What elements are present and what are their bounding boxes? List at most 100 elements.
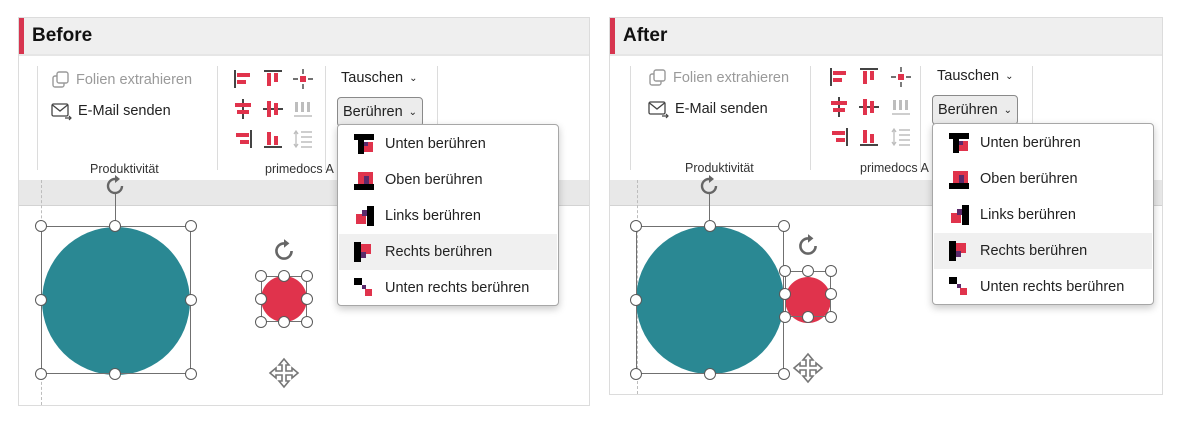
align-top-icon[interactable]	[858, 66, 880, 88]
resize-handle[interactable]	[278, 270, 290, 282]
rotate-handle-icon[interactable]	[271, 238, 297, 264]
send-email-button[interactable]: E-Mail senden	[51, 101, 171, 121]
touch-label: Berühren	[938, 102, 998, 118]
menu-item-touch-right[interactable]: Rechts berühren	[339, 234, 557, 270]
after-panel: After Folien extrahieren E-Mail senden P…	[609, 17, 1163, 395]
resize-handle[interactable]	[301, 293, 313, 305]
menu-item-label: Unten rechts berühren	[980, 279, 1125, 295]
resize-handle[interactable]	[630, 294, 642, 306]
align-right-icon[interactable]	[828, 126, 850, 148]
extract-slides-button[interactable]: Folien extrahieren	[648, 68, 789, 88]
touch-dropdown-menu: Unten berühren Oben berühren Links berüh…	[932, 123, 1154, 305]
resize-handle[interactable]	[779, 311, 791, 323]
rotate-handle-icon[interactable]	[697, 174, 721, 198]
extract-slides-button[interactable]: Folien extrahieren	[51, 70, 192, 90]
menu-item-touch-top[interactable]: Oben berühren	[339, 162, 557, 198]
align-bottom-icon[interactable]	[858, 126, 880, 148]
chevron-down-icon: ⌄	[408, 106, 418, 118]
resize-handle[interactable]	[630, 220, 642, 232]
panel-header: After	[610, 18, 1162, 54]
menu-item-touch-left[interactable]: Links berühren	[339, 198, 557, 234]
center-point-icon[interactable]	[890, 66, 912, 88]
center-point-icon[interactable]	[292, 68, 314, 90]
send-email-label: E-Mail senden	[78, 103, 171, 119]
before-panel: Before Folien extrahieren E-Mail senden …	[18, 17, 590, 406]
align-bottom-icon[interactable]	[262, 128, 284, 150]
align-top-icon[interactable]	[262, 68, 284, 90]
resize-handle[interactable]	[255, 270, 267, 282]
send-email-button[interactable]: E-Mail senden	[648, 99, 768, 119]
resize-handle[interactable]	[704, 220, 716, 232]
touch-right-icon	[354, 242, 371, 262]
resize-handle[interactable]	[778, 368, 790, 380]
resize-handle[interactable]	[109, 368, 121, 380]
touch-dropdown-button[interactable]: Berühren ⌄	[932, 95, 1019, 125]
distribute-horizontal-icon[interactable]	[292, 98, 314, 120]
menu-item-touch-left[interactable]: Links berühren	[934, 197, 1152, 233]
resize-handle[interactable]	[255, 293, 267, 305]
menu-item-touch-bottom[interactable]: Unten berühren	[339, 126, 557, 162]
rotate-handle-icon[interactable]	[795, 233, 821, 259]
ribbon-separator	[810, 66, 811, 170]
align-middle-icon[interactable]	[262, 98, 284, 120]
accent-bar	[19, 18, 24, 54]
selection-box	[41, 226, 191, 374]
menu-item-touch-bottom-right[interactable]: Unten rechts berühren	[934, 269, 1152, 305]
resize-handle[interactable]	[802, 311, 814, 323]
menu-item-touch-top[interactable]: Oben berühren	[934, 161, 1152, 197]
menu-item-label: Links berühren	[385, 208, 481, 224]
touch-right-icon	[949, 241, 966, 261]
resize-handle[interactable]	[825, 288, 837, 300]
align-center-horizontal-icon[interactable]	[828, 96, 850, 118]
line-spacing-icon[interactable]	[890, 126, 912, 148]
swap-dropdown[interactable]: Tauschen ⌄	[341, 70, 417, 86]
resize-handle[interactable]	[185, 294, 197, 306]
chevron-down-icon: ⌄	[1005, 70, 1014, 82]
swap-dropdown[interactable]: Tauschen ⌄	[937, 68, 1013, 84]
email-icon	[51, 103, 72, 121]
align-left-icon[interactable]	[828, 66, 850, 88]
distribute-horizontal-icon[interactable]	[890, 96, 912, 118]
menu-item-touch-right[interactable]: Rechts berühren	[934, 233, 1152, 269]
touch-top-icon	[949, 171, 969, 189]
menu-item-touch-bottom-right[interactable]: Unten rechts berühren	[339, 270, 557, 306]
resize-handle[interactable]	[35, 368, 47, 380]
selection-box	[636, 226, 784, 374]
resize-handle[interactable]	[704, 368, 716, 380]
group-label-primedocs: primedocs A	[860, 161, 929, 175]
align-middle-icon[interactable]	[858, 96, 880, 118]
align-left-icon[interactable]	[232, 68, 254, 90]
resize-handle[interactable]	[825, 265, 837, 277]
accent-bar	[610, 18, 615, 54]
move-handle-icon[interactable]	[791, 351, 825, 385]
menu-item-label: Oben berühren	[385, 172, 483, 188]
align-right-icon[interactable]	[232, 128, 254, 150]
menu-item-touch-bottom[interactable]: Unten berühren	[934, 125, 1152, 161]
resize-handle[interactable]	[802, 265, 814, 277]
menu-item-label: Unten rechts berühren	[385, 280, 530, 296]
resize-handle[interactable]	[779, 265, 791, 277]
align-center-horizontal-icon[interactable]	[232, 98, 254, 120]
panel-title: Before	[32, 25, 93, 46]
move-handle-icon[interactable]	[267, 356, 301, 390]
extract-slides-icon	[52, 71, 69, 88]
resize-handle[interactable]	[630, 368, 642, 380]
resize-handle[interactable]	[779, 288, 791, 300]
resize-handle[interactable]	[825, 311, 837, 323]
line-spacing-icon[interactable]	[292, 128, 314, 150]
resize-handle[interactable]	[301, 270, 313, 282]
resize-handle[interactable]	[35, 294, 47, 306]
touch-dropdown-menu: Unten berühren Oben berühren Links berüh…	[337, 124, 559, 306]
resize-handle[interactable]	[255, 316, 267, 328]
touch-dropdown-button[interactable]: Berühren ⌄	[337, 97, 424, 127]
resize-handle[interactable]	[185, 220, 197, 232]
resize-handle[interactable]	[278, 316, 290, 328]
resize-handle[interactable]	[778, 220, 790, 232]
resize-handle[interactable]	[185, 368, 197, 380]
resize-handle[interactable]	[109, 220, 121, 232]
resize-handle[interactable]	[301, 316, 313, 328]
rotate-handle-icon[interactable]	[103, 174, 127, 198]
panel-title: After	[623, 25, 668, 46]
resize-handle[interactable]	[35, 220, 47, 232]
chevron-down-icon: ⌄	[1003, 104, 1013, 116]
